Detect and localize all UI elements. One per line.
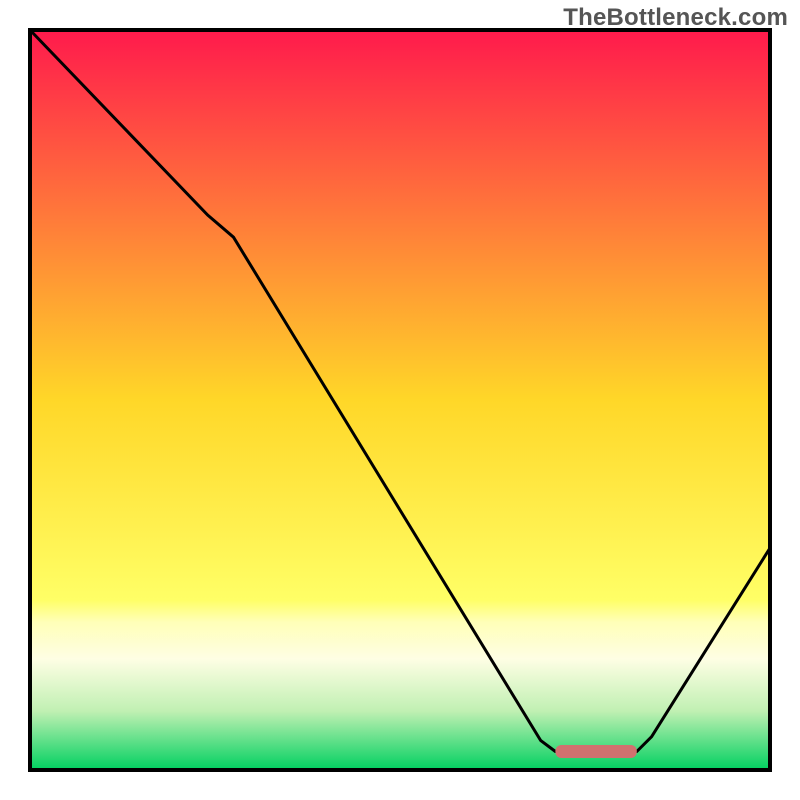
optimal-range-bar — [555, 745, 636, 758]
watermark-text: TheBottleneck.com — [563, 4, 788, 32]
plot-background — [30, 30, 770, 770]
chart-frame: TheBottleneck.com — [0, 0, 800, 800]
bottleneck-chart — [0, 0, 800, 800]
